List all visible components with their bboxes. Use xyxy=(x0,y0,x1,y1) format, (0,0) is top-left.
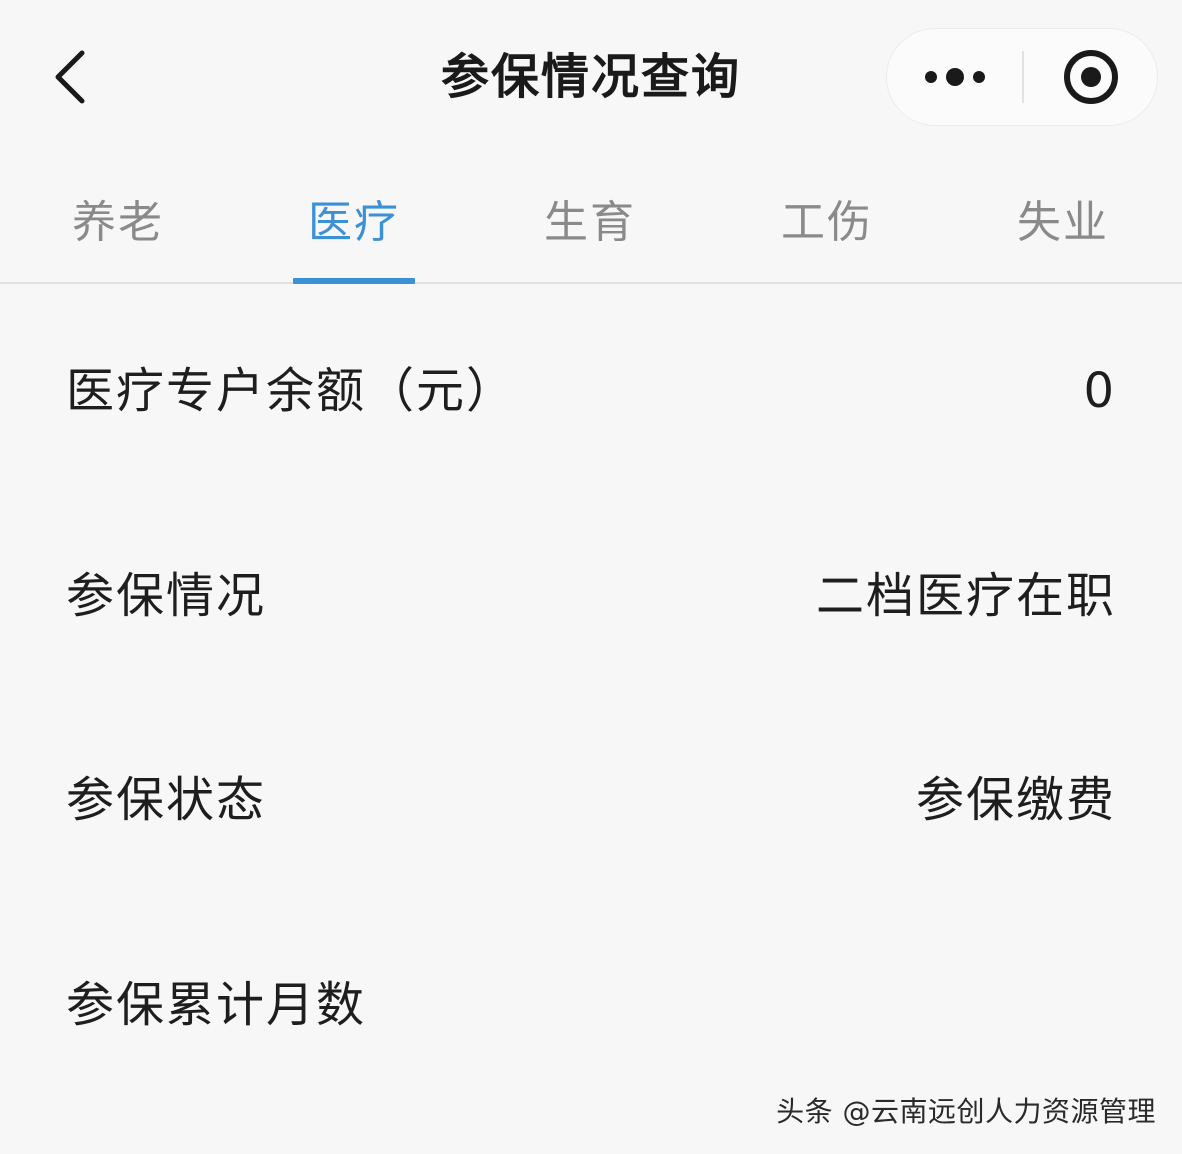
tab-medical[interactable]: 医疗 xyxy=(236,160,472,282)
tab-maternity[interactable]: 生育 xyxy=(472,160,708,282)
chevron-left-icon xyxy=(55,50,85,104)
tab-label: 养老 xyxy=(72,197,164,248)
tab-label: 工伤 xyxy=(781,197,873,248)
list-item-insurance-status: 参保情况 二档医疗在职 xyxy=(0,541,1182,651)
nav-bar: 参保情况查询 xyxy=(0,0,1182,150)
row-label: 医疗专户余额（元） xyxy=(66,363,517,419)
list-item-cumulative-months: 参保累计月数 xyxy=(0,950,1182,1060)
row-label: 参保状态 xyxy=(66,772,267,828)
row-value: 二档医疗在职 xyxy=(815,568,1116,624)
mini-program-capsule xyxy=(886,28,1158,126)
row-value: 0 xyxy=(1083,363,1116,419)
list-item-medical-balance: 医疗专户余额（元） 0 xyxy=(0,336,1182,446)
row-value: 参保缴费 xyxy=(915,772,1116,828)
tab-label: 医疗 xyxy=(308,197,400,248)
tab-pension[interactable]: 养老 xyxy=(0,160,236,282)
active-tab-indicator xyxy=(293,278,415,284)
row-label: 参保累计月数 xyxy=(66,977,367,1033)
insurance-type-tabs: 养老 医疗 生育 工伤 失业 xyxy=(0,160,1182,284)
tab-label: 生育 xyxy=(544,197,636,248)
more-button[interactable] xyxy=(887,29,1022,125)
tab-work-injury[interactable]: 工伤 xyxy=(709,160,945,282)
target-circle-icon xyxy=(1064,50,1118,104)
list-item-insurance-state: 参保状态 参保缴费 xyxy=(0,745,1182,855)
back-button[interactable] xyxy=(40,42,100,112)
row-label: 参保情况 xyxy=(66,568,267,624)
tab-unemployment[interactable]: 失业 xyxy=(945,160,1181,282)
tab-label: 失业 xyxy=(1017,197,1109,248)
watermark: 头条 @云南远创人力资源管理 xyxy=(776,1095,1156,1128)
close-mini-program-button[interactable] xyxy=(1024,29,1158,125)
more-dots-icon xyxy=(924,68,985,86)
